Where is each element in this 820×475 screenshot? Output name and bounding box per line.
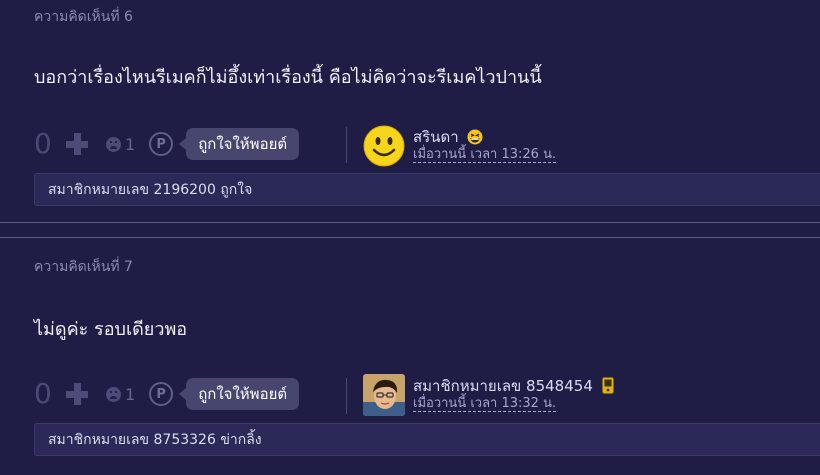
vote-bar: 0 1 P ถูกใจให้พอยต์ [34,376,300,412]
author-name-row: สมาชิกหมายเลข 8548454 [413,374,614,398]
comment-separator-top [0,222,820,223]
comment-6: ความคิดเห็นที่ 6 บอกว่าเรื่องไหนรีเมคก็ไ… [0,0,820,222]
smiley-face-icon[interactable] [363,125,405,167]
divider [346,127,347,163]
author-name[interactable]: สรินดา [413,128,459,146]
comment-timestamp-link[interactable]: เมื่อวานนี้ เวลา 13:32 น. [413,396,557,412]
vote-count: 0 [34,377,52,410]
author-name[interactable]: สมาชิกหมายเลข 8548454 [413,377,593,395]
plus-vote-icon[interactable] [64,381,90,407]
like-give-point-button[interactable]: ถูกใจให้พอยต์ [179,128,300,160]
author-name-row: สรินดา [413,125,483,149]
likers-bar[interactable]: สมาชิกหมายเลข 8753326 ข่ากลิ้ง [34,423,820,456]
emotion-icon[interactable] [106,386,121,402]
cartoon-boy-avatar[interactable] [363,374,405,416]
comment-separator-bottom [0,237,820,238]
laughing-emoji-icon [467,129,483,149]
plus-vote-icon[interactable] [64,131,90,157]
point-icon[interactable]: P [149,382,174,406]
mobile-phone-icon [601,377,614,398]
emotion-count: 1 [125,384,136,404]
emotion-icon[interactable] [106,136,121,152]
comment-7: ความคิดเห็นที่ 7 ไม่ดูค่ะ รอบเดียวพอ 0 1… [0,240,820,475]
comment-body: ไม่ดูค่ะ รอบเดียวพอ [34,319,188,340]
likers-bar[interactable]: สมาชิกหมายเลข 2196200 ถูกใจ [34,173,820,206]
comment-timestamp-link[interactable]: เมื่อวานนี้ เวลา 13:26 น. [413,147,557,163]
emotion-count: 1 [125,134,136,154]
vote-count: 0 [34,127,52,160]
point-icon[interactable]: P [149,132,174,156]
vote-bar: 0 1 P ถูกใจให้พอยต์ [34,126,300,162]
divider [346,378,347,414]
comment-body: บอกว่าเรื่องไหนรีเมคก็ไม่อึ้งเท่าเรื่องน… [34,67,542,88]
comment-title: ความคิดเห็นที่ 6 [34,9,133,25]
like-give-point-button[interactable]: ถูกใจให้พอยต์ [179,378,300,410]
comment-title: ความคิดเห็นที่ 7 [34,259,133,275]
